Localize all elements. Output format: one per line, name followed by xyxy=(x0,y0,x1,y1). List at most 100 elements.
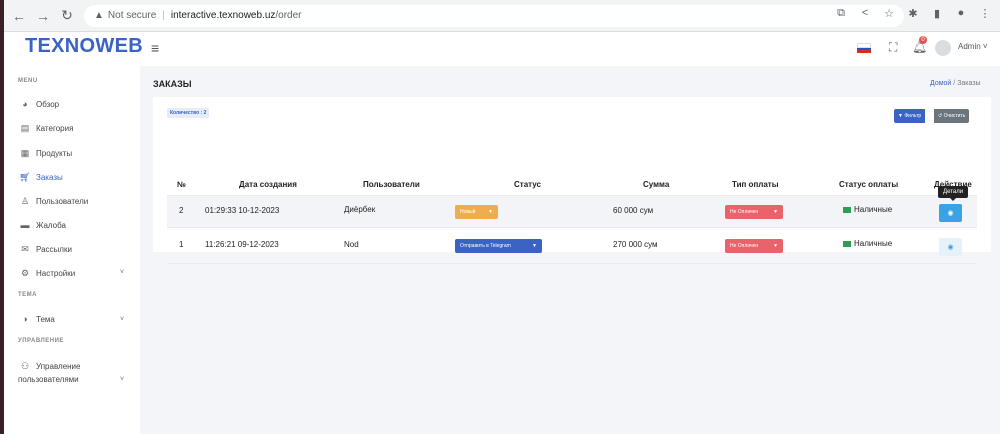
cell-number: 2 xyxy=(179,206,184,215)
sidebar-section-manage: УПРАВЛЕНИЕ xyxy=(18,338,64,344)
money-icon xyxy=(843,206,851,213)
sidebar-item-manage-users-line2[interactable]: пользователями xyxy=(18,372,79,386)
sidebar-item-overview[interactable]: ◕ Обзор xyxy=(18,97,59,111)
column-header-payment-type: Тип оплаты xyxy=(732,180,779,189)
details-button[interactable]: ◉ xyxy=(939,238,962,256)
payment-type-select[interactable]: Не Оплачен ▼ xyxy=(725,239,783,253)
mail-icon: ✉ xyxy=(21,243,29,254)
chevron-down-icon[interactable]: ˅ xyxy=(120,316,124,323)
payment-type-select[interactable]: Не Оплачен ▼ xyxy=(725,205,783,219)
reset-icon: ↺ xyxy=(938,113,943,119)
cell-user[interactable]: Nod xyxy=(344,240,359,249)
sidebar-item-label: Продукты xyxy=(36,148,73,158)
chevron-down-icon: ▼ xyxy=(773,243,778,249)
sidebar-item-settings[interactable]: ⚙ Настройки xyxy=(18,266,75,280)
cell-user[interactable]: Диёрбек xyxy=(344,205,375,214)
chevron-down-icon: ▼ xyxy=(532,243,537,249)
sidebar: MENU ◕ Обзор ▤ Категория ▦ Продукты 🛒︎ З… xyxy=(4,66,140,434)
sidebar-item-label: Категория xyxy=(36,123,74,133)
cell-sum: 60 000 сум xyxy=(613,206,654,215)
menu-kebab-icon[interactable]: ⋮ xyxy=(978,7,992,20)
reload-icon[interactable]: ↻ xyxy=(58,7,76,25)
sidebar-item-complaints[interactable]: ▬ Жалоба xyxy=(18,218,66,232)
translate-icon[interactable]: ⧉ xyxy=(834,7,848,20)
payment-type-value: Не Оплачен xyxy=(730,209,759,215)
back-icon[interactable]: ← xyxy=(10,7,28,25)
sidebar-item-theme[interactable]: ◑ Тема xyxy=(18,312,55,326)
sidebar-item-label: Тема xyxy=(36,314,55,324)
settings-icon: ⚙ xyxy=(20,267,30,278)
sidebar-item-orders[interactable]: 🛒︎ Заказы xyxy=(18,170,63,184)
details-tooltip: Детали xyxy=(938,186,969,201)
eye-icon: ◉ xyxy=(947,244,954,251)
money-icon xyxy=(843,240,851,247)
column-header-sum: Сумма xyxy=(643,180,670,189)
extensions-icon[interactable]: ✱ xyxy=(906,7,920,20)
column-header-number: № xyxy=(177,180,186,189)
sidebar-item-label: Заказы xyxy=(36,172,63,182)
share-icon[interactable]: < xyxy=(858,7,872,20)
sidebar-item-manage-users[interactable]: ⚇ Управление xyxy=(18,359,81,373)
sidebar-item-label: пользователями xyxy=(18,374,79,384)
eye-icon: ◉ xyxy=(947,210,954,217)
users-group-icon: ⚇ xyxy=(20,360,30,371)
top-bar: TEXNOWEB ≡ ⛶ 🔔︎ 0 Admin ˅ xyxy=(4,32,1000,66)
palette-icon: ◑ xyxy=(22,314,28,324)
cell-date: 11:26:21 09-12-2023 xyxy=(205,240,279,249)
payment-status: Наличные xyxy=(843,205,892,214)
message-icon: ▬ xyxy=(20,220,30,230)
row-divider xyxy=(167,227,977,228)
star-icon[interactable]: ☆ xyxy=(882,7,896,20)
hamburger-icon[interactable]: ≡ xyxy=(151,40,159,56)
breadcrumb: Домой / Заказы xyxy=(930,80,981,87)
warning-icon: ▲ xyxy=(94,10,104,21)
page-title: ЗАКАЗЫ xyxy=(153,79,192,89)
logo[interactable]: TEXNOWEB xyxy=(25,35,143,58)
grid-icon: ▦ xyxy=(20,147,30,158)
chevron-down-icon: ▼ xyxy=(773,209,778,215)
avatar[interactable] xyxy=(935,40,951,56)
sidebar-item-category[interactable]: ▤ Категория xyxy=(18,121,74,135)
chevron-down-icon[interactable]: ˅ xyxy=(120,376,124,383)
cell-date: 01:29:33 10-12-2023 xyxy=(205,206,280,215)
sidebar-section-menu: MENU xyxy=(18,78,38,84)
payment-status: Наличные xyxy=(843,239,892,248)
address-bar[interactable]: ▲ Not secure | interactive.texnoweb.uz/o… xyxy=(84,4,904,27)
forward-icon[interactable]: → xyxy=(34,7,52,25)
chart-pie-icon: ◕ xyxy=(22,99,28,109)
sidebar-item-products[interactable]: ▦ Продукты xyxy=(18,146,72,160)
filter-button[interactable]: ▼ Фильтр xyxy=(894,109,926,123)
category-icon: ▤ xyxy=(20,122,30,133)
column-header-status: Статус xyxy=(514,180,541,189)
fullscreen-icon[interactable]: ⛶ xyxy=(889,40,897,55)
filter-label: Фильтр xyxy=(904,113,922,119)
sidebar-item-users[interactable]: ♙ Пользователи xyxy=(18,194,88,208)
profile-icon[interactable]: ● xyxy=(954,7,968,20)
not-secure-label: Not secure xyxy=(107,10,157,21)
sidebar-item-mailings[interactable]: ✉ Рассылки xyxy=(18,242,72,256)
payment-type-value: Не Оплачен xyxy=(730,243,759,249)
sidebar-item-label: Пользователи xyxy=(36,196,89,206)
user-name: Admin xyxy=(958,42,981,51)
column-header-users: Пользователи xyxy=(363,180,420,189)
status-select[interactable]: Новый ▼ xyxy=(455,205,498,219)
app: TEXNOWEB ≡ ⛶ 🔔︎ 0 Admin ˅ MENU ◕ Обзор ▤… xyxy=(4,32,1000,434)
sidebar-item-label: Рассылки xyxy=(36,244,72,254)
sidepanel-icon[interactable]: ▮ xyxy=(930,7,944,20)
url-separator: | xyxy=(162,10,165,21)
user-menu[interactable]: Admin ˅ xyxy=(958,42,988,51)
russian-flag-icon[interactable] xyxy=(857,43,871,54)
breadcrumb-home[interactable]: Домой xyxy=(930,80,951,87)
status-value: Отправить в Telegram xyxy=(460,243,511,249)
column-header-date: Дата создания xyxy=(239,180,297,189)
cart-icon: 🛒︎ xyxy=(19,171,31,182)
notification-badge: 0 xyxy=(919,36,927,44)
status-select[interactable]: Отправить в Telegram ▼ xyxy=(455,239,542,253)
row-divider xyxy=(167,195,977,196)
clear-button[interactable]: ↺ Очистить xyxy=(934,109,970,123)
column-header-payment-status: Статус оплаты xyxy=(839,180,899,189)
user-icon: ♙ xyxy=(20,195,30,206)
details-button[interactable]: ◉ xyxy=(939,204,962,222)
chevron-down-icon[interactable]: ˅ xyxy=(120,269,124,276)
filter-icon: ▼ xyxy=(898,113,903,119)
